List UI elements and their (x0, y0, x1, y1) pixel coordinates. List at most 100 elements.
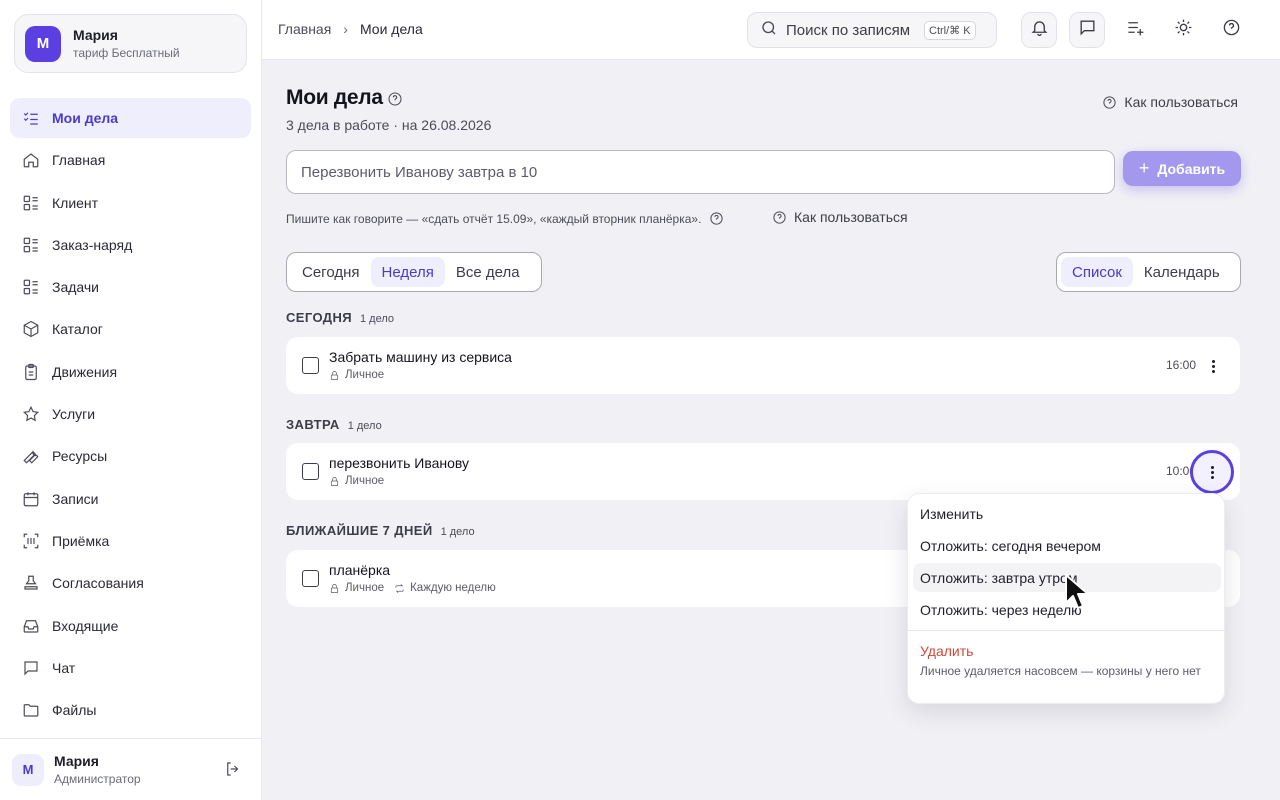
user-name: Мария (54, 753, 99, 769)
lock-icon (330, 583, 339, 593)
repeat-icon (395, 583, 404, 593)
tab-calendar-view[interactable]: Календарь (1133, 257, 1231, 287)
task-tag: Личное (345, 369, 385, 381)
search-input[interactable] (786, 21, 918, 39)
help-circle-icon[interactable] (709, 211, 724, 226)
sidebar-item-files[interactable]: Файлы (10, 690, 251, 730)
messages-button[interactable] (1069, 12, 1105, 48)
sidebar-item-client[interactable]: Клиент (10, 183, 251, 223)
sidebar-item-catalog[interactable]: Каталог (10, 309, 251, 349)
search-box[interactable]: Ctrl/⌘ K (747, 12, 997, 48)
sidebar-item-label: Приёмка (52, 532, 110, 549)
task-checkbox[interactable] (302, 463, 319, 480)
clipboard-icon (22, 363, 40, 381)
sidebar-item-label: Движения (52, 363, 118, 380)
sidebar-item-resources[interactable]: Ресурсы (10, 436, 251, 476)
input-hint: Пишите как говорите — «сдать отчёт 15.09… (286, 211, 724, 226)
sidebar-item-tasks[interactable]: Задачи (10, 267, 251, 307)
hint-text: Пишите как говорите — «сдать отчёт 15.09… (286, 211, 702, 226)
sidebar-item-home[interactable]: Главная (10, 140, 251, 180)
notifications-button[interactable] (1021, 12, 1057, 48)
add-button[interactable]: + Добавить (1123, 151, 1241, 186)
account-avatar: М (25, 25, 61, 62)
sidebar-item-label: Ресурсы (52, 448, 108, 465)
task-item[interactable]: перезвонить Иванову Личное 10:00 (286, 443, 1240, 500)
menu-divider (908, 630, 1226, 631)
task-item[interactable]: Забрать машину из сервиса Личное 16:00 (286, 337, 1240, 394)
list-grid-icon (22, 194, 40, 212)
sidebar-item-label: Записи (52, 490, 99, 507)
how-to-hint-label: Как пользоваться (794, 209, 908, 225)
sidebar-item-appointments[interactable]: Записи (10, 479, 251, 519)
user-profile: М Мария Администратор (0, 738, 262, 800)
theme-toggle-button[interactable] (1165, 12, 1201, 48)
tab-list-view[interactable]: Список (1061, 257, 1133, 287)
tab-week[interactable]: Неделя (370, 257, 445, 287)
section-title: ЗАВТРА (286, 417, 340, 432)
task-more-button[interactable] (1198, 351, 1228, 381)
search-icon (760, 19, 778, 42)
sidebar-item-services[interactable]: Услуги (10, 394, 251, 434)
view-switcher: Список Календарь (1056, 252, 1241, 292)
sidebar-item-intake[interactable]: Приёмка (10, 521, 251, 561)
sidebar-item-label: Входящие (52, 617, 119, 634)
sidebar-item-label: Заказ-наряд (52, 236, 133, 253)
help-circle-icon[interactable] (387, 91, 403, 107)
search-shortcut: Ctrl/⌘ K (924, 20, 976, 40)
sidebar-item-inbox[interactable]: Входящие (10, 606, 251, 646)
task-title: планёрка (329, 562, 391, 578)
sidebar-item-chat[interactable]: Чат (10, 648, 251, 688)
chevron-right-icon: › (343, 21, 348, 37)
how-to-hint-link[interactable]: Как пользоваться (772, 209, 908, 225)
account-name: Мария (73, 27, 118, 43)
task-more-button[interactable] (1190, 450, 1234, 494)
box-icon (22, 320, 40, 338)
list-grid-icon (22, 236, 40, 254)
sidebar-item-label: Задачи (52, 279, 100, 296)
breadcrumb-current: Мои дела (359, 21, 423, 37)
task-title: перезвонить Иванову (329, 455, 470, 471)
tab-today[interactable]: Сегодня (291, 257, 371, 287)
checklist-icon (22, 109, 40, 127)
how-to-label: Как пользоваться (1124, 94, 1238, 110)
mouse-cursor-icon (1065, 574, 1089, 609)
plus-icon: + (1138, 158, 1150, 178)
task-checkbox[interactable] (302, 570, 319, 587)
breadcrumb-home-link[interactable]: Главная (278, 21, 331, 37)
task-meta: Личное (329, 369, 384, 381)
scan-icon (22, 532, 40, 550)
sidebar: М Мария тариф Бесплатный Мои дела Главна… (0, 0, 262, 800)
sidebar-item-work-order[interactable]: Заказ-наряд (10, 225, 251, 265)
menu-item-postpone-evening[interactable]: Отложить: сегодня вечером (913, 531, 1221, 560)
sidebar-item-my-tasks[interactable]: Мои дела (10, 98, 251, 138)
account-plan: тариф Бесплатный (73, 46, 180, 60)
sidebar-item-label: Файлы (52, 702, 97, 719)
calendar-icon (22, 490, 40, 508)
list-grid-icon (22, 278, 40, 296)
sidebar-item-movements[interactable]: Движения (10, 352, 251, 392)
logout-icon (224, 762, 242, 782)
sidebar-item-approvals[interactable]: Согласования (10, 563, 251, 603)
period-filter: Сегодня Неделя Все дела (286, 252, 542, 292)
tab-all[interactable]: Все дела (445, 257, 531, 287)
quick-add-input[interactable] (286, 150, 1115, 194)
more-vertical-icon (1211, 359, 1215, 373)
task-time: 16:00 (1165, 358, 1196, 372)
sidebar-item-label: Мои дела (52, 110, 119, 126)
add-button-label: Добавить (1157, 160, 1226, 177)
more-vertical-icon (1210, 465, 1214, 479)
menu-delete-note: Личное удаляется насовсем — корзины у не… (920, 664, 1201, 678)
task-checkbox[interactable] (302, 357, 319, 374)
help-circle-icon (773, 210, 786, 224)
task-title: Забрать машину из сервиса (329, 349, 512, 365)
help-button[interactable] (1213, 12, 1249, 48)
task-meta: Личное (329, 475, 384, 487)
add-task-list-button[interactable] (1117, 12, 1153, 48)
page-title: Мои дела (286, 86, 383, 109)
menu-item-edit[interactable]: Изменить (913, 499, 1221, 528)
account-switcher[interactable]: М Мария тариф Бесплатный (14, 14, 247, 73)
how-to-link[interactable]: Как пользоваться (1102, 94, 1238, 110)
logout-button[interactable] (224, 760, 244, 780)
menu-item-delete[interactable]: Удалить (920, 643, 973, 659)
sun-icon (1174, 18, 1193, 42)
